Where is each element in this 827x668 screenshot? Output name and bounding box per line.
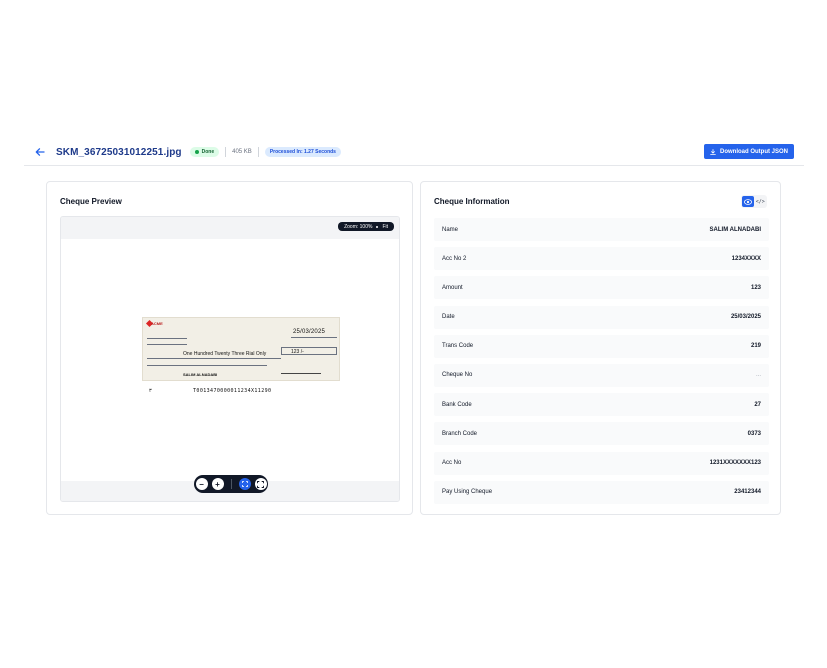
info-row-pay-using-cheque: Pay Using Cheque 23412344 — [434, 480, 769, 504]
cheque-line — [147, 358, 281, 359]
info-row-cheque-no: Cheque No ... — [434, 363, 769, 387]
info-label: Amount — [442, 284, 463, 291]
zoom-in-button[interactable]: + — [211, 478, 224, 490]
info-value: 25/03/2025 — [730, 314, 761, 321]
cheque-payee: SALIM ALNADABI — [183, 372, 218, 377]
download-icon — [710, 148, 716, 155]
zoom-out-button[interactable]: − — [195, 478, 208, 490]
cheque-bank-name: ACME — [151, 321, 163, 326]
fit-label: Fit — [382, 223, 388, 230]
signature — [281, 366, 321, 374]
cheque-amount-words: One Hundred Twenty Three Rial Only — [183, 351, 267, 357]
cheque-date: 25/03/2025 — [293, 329, 326, 335]
view-table-button[interactable] — [742, 196, 754, 207]
info-row-trans-code: Trans Code 219 — [434, 334, 769, 358]
zoom-indicator: Zoom: 100% Fit — [338, 222, 394, 231]
download-button-label: Download Output JSON — [720, 148, 788, 155]
back-arrow-icon[interactable] — [32, 144, 48, 160]
info-value: 1234XXXX — [731, 255, 761, 262]
status-dot-icon — [194, 150, 199, 154]
view-toggle: </> — [741, 195, 767, 208]
info-label: Pay Using Cheque — [442, 489, 493, 496]
info-row-acc-no-2: Acc No 2 1234XXXX — [434, 247, 769, 271]
info-row-acc-no: Acc No 1231XXXXXXX123 — [434, 451, 769, 475]
info-label: Trans Code — [442, 343, 474, 350]
info-row-date: Date 25/03/2025 — [434, 305, 769, 329]
info-value: 219 — [750, 343, 761, 350]
info-value: 1231XXXXXXX123 — [709, 460, 761, 466]
cheque-amount: 123 /- — [291, 349, 304, 355]
cheque-preview-title: Cheque Preview — [60, 197, 122, 206]
divider — [225, 147, 227, 157]
controls-divider — [230, 479, 232, 489]
eye-icon — [743, 198, 752, 205]
info-value: 27 — [754, 401, 761, 408]
fullscreen-icon — [257, 480, 264, 488]
page-header: SKM_36725031012251.jpg Done 405 KB Proce… — [24, 138, 804, 166]
view-json-button[interactable]: </> — [755, 196, 767, 207]
cheque-image-viewer[interactable]: Zoom: 100% Fit ACME 25/03/2025 One Hundr… — [60, 216, 400, 502]
cheque-line — [147, 365, 267, 366]
zoom-controls: − + — [194, 475, 268, 493]
info-label: Cheque No — [442, 372, 473, 379]
cheque-line — [147, 338, 187, 339]
cheque-preview-panel: Cheque Preview Zoom: 100% Fit ACME 25/03… — [46, 181, 413, 515]
cheque-information-title: Cheque Information — [434, 197, 510, 206]
file-size: 405 KB — [232, 149, 252, 155]
info-label: Bank Code — [442, 401, 472, 408]
status-badge: Done — [189, 147, 220, 157]
cheque-micr-line: T0013470000011234X11290 — [193, 388, 272, 394]
cheque-image: ACME 25/03/2025 One Hundred Twenty Three… — [142, 317, 340, 381]
info-value: SALIM ALNADABI — [709, 226, 761, 233]
micr-left-char: ٣ — [149, 388, 152, 394]
info-label: Acc No 2 — [442, 255, 467, 262]
info-row-amount: Amount 123 — [434, 276, 769, 300]
file-name: SKM_36725031012251.jpg — [56, 146, 182, 158]
info-value: ... — [755, 372, 761, 379]
cheque-amount-box — [281, 347, 337, 355]
info-label: Acc No — [442, 460, 462, 466]
cheque-line — [291, 337, 337, 338]
divider — [257, 147, 259, 157]
fit-to-screen-button[interactable] — [238, 478, 251, 490]
info-value: 0373 — [747, 430, 761, 437]
cheque-info-list: Name SALIM ALNADABI Acc No 2 1234XXXX Am… — [434, 218, 769, 510]
info-row-bank-code: Bank Code 27 — [434, 393, 769, 417]
header-divider — [24, 165, 804, 166]
cheque-information-panel: Cheque Information </> Name SALIM ALNADA… — [420, 181, 781, 515]
info-value: 23412344 — [734, 489, 761, 496]
status-text: Done — [201, 149, 215, 155]
download-output-json-button[interactable]: Download Output JSON — [704, 144, 794, 159]
info-label: Name — [442, 226, 459, 233]
viewer-top-bar: Zoom: 100% Fit — [61, 217, 399, 239]
info-label: Date — [442, 314, 455, 321]
info-row-name: Name SALIM ALNADABI — [434, 218, 769, 241]
cheque-line — [147, 344, 187, 345]
zoom-level: Zoom: 100% — [344, 223, 373, 230]
fit-icon — [241, 481, 248, 487]
fullscreen-button[interactable] — [254, 478, 267, 490]
bullet-icon — [376, 225, 379, 228]
info-value: 123 — [750, 284, 761, 291]
info-label: Branch Code — [442, 430, 478, 437]
info-row-branch-code: Branch Code 0373 — [434, 422, 769, 446]
processed-time-badge: Processed In: 1.27 Seconds — [264, 147, 341, 157]
